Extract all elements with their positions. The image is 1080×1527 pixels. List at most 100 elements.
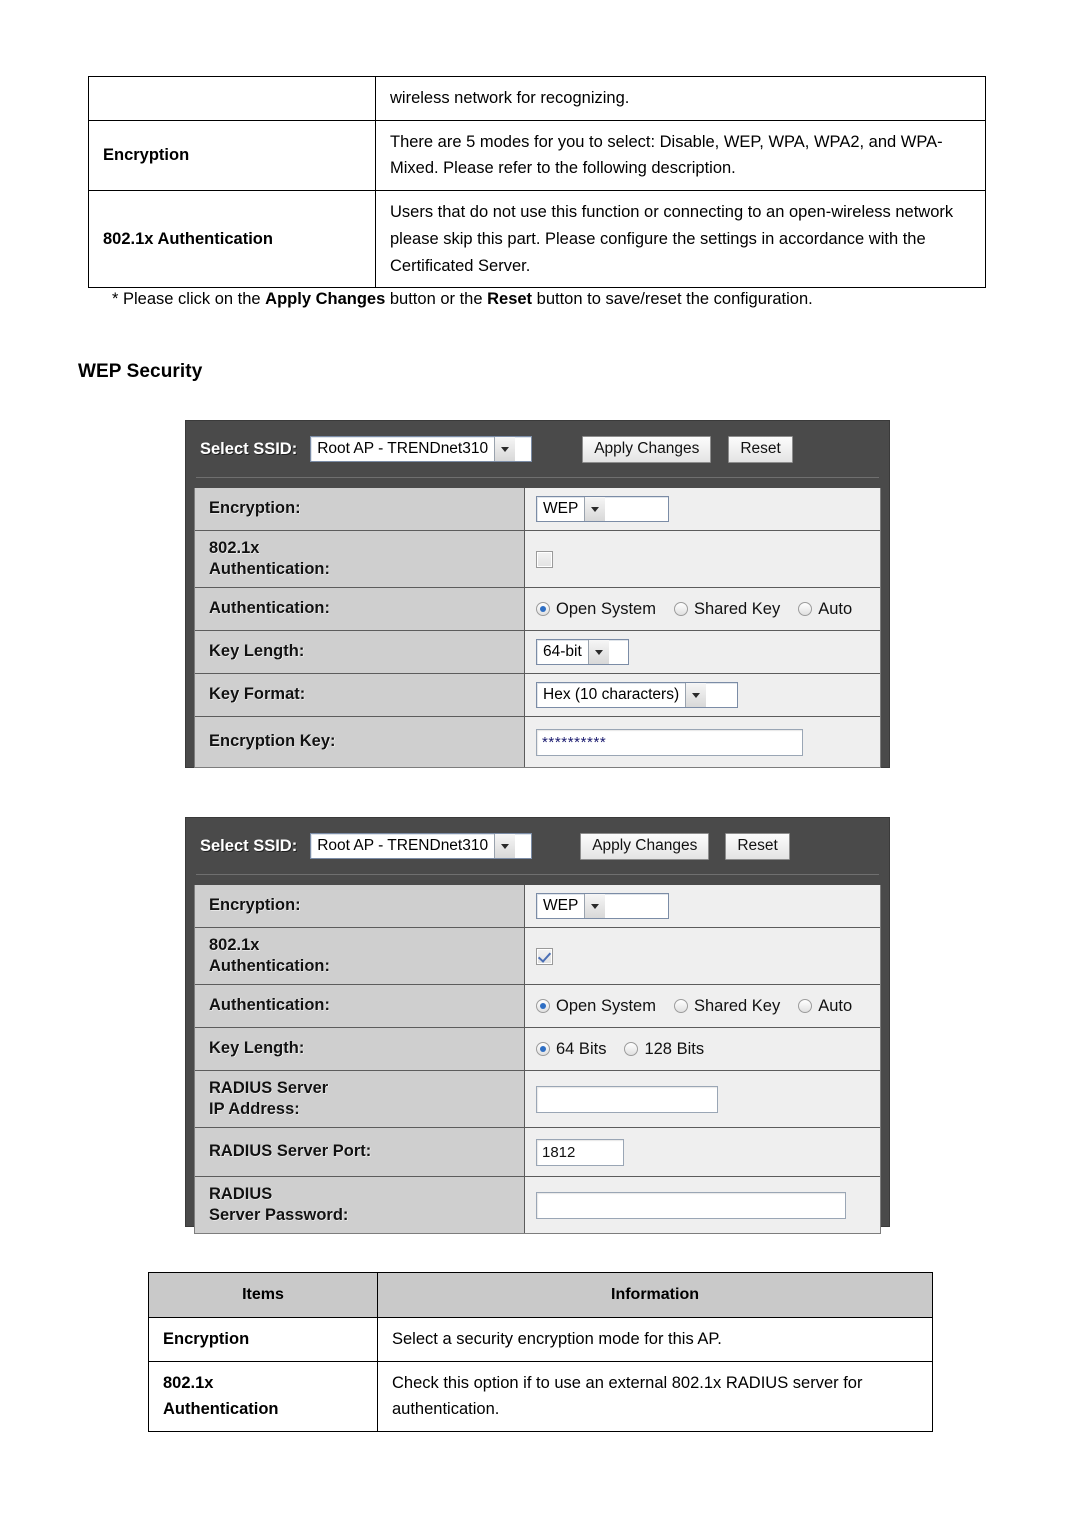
dot1x-authentication-checkbox[interactable] bbox=[536, 550, 553, 568]
radio-64-bits[interactable]: 64 Bits bbox=[536, 1040, 606, 1059]
row-authentication: Authentication: Open System Shared Key A… bbox=[195, 588, 880, 631]
radio-label: Auto bbox=[818, 996, 853, 1015]
table-cell-item bbox=[88, 76, 376, 121]
encryption-label: Encryption: bbox=[209, 499, 301, 518]
radio-open-system[interactable]: Open System bbox=[536, 600, 656, 619]
row-label: Encryption: bbox=[195, 488, 525, 530]
ssid-select-value: Root AP - TRENDnet310 bbox=[317, 837, 489, 854]
radio-auto[interactable]: Auto bbox=[798, 600, 852, 619]
radio-open-system[interactable]: Open System bbox=[536, 997, 656, 1016]
reset-button[interactable]: Reset bbox=[725, 832, 790, 860]
radio-label: Open System bbox=[556, 996, 656, 1015]
table-cell-item: 802.1x Authentication bbox=[148, 1360, 378, 1433]
radio-128-bits[interactable]: 128 Bits bbox=[624, 1040, 704, 1059]
radio-label: Open System bbox=[556, 599, 656, 618]
apply-reset-note: * Please click on the Apply Changes butt… bbox=[112, 286, 992, 312]
radius-server-ip-input[interactable] bbox=[536, 1085, 718, 1113]
radio-indicator bbox=[798, 602, 813, 616]
settings-form: Encryption: WEP 802.1x Authentication: A… bbox=[194, 488, 881, 768]
radio-indicator bbox=[536, 999, 550, 1013]
encryption-key-value: ********** bbox=[542, 733, 607, 751]
key-format-select-value: Hex (10 characters) bbox=[543, 686, 680, 703]
table-cell-description: There are 5 modes for you to select: Dis… bbox=[375, 119, 986, 192]
row-label: Key Length: bbox=[195, 631, 525, 673]
table-cell-item-line1: 802.1x bbox=[163, 1373, 214, 1392]
row-key-format: Key Format: Hex (10 characters) bbox=[195, 674, 880, 717]
settings-form: Encryption: WEP 802.1x Authentication: A… bbox=[194, 885, 881, 1234]
radius-server-port-input[interactable]: 1812 bbox=[536, 1138, 624, 1166]
row-label: RADIUS Server Port: bbox=[195, 1128, 525, 1176]
row-label: Authentication: bbox=[195, 985, 525, 1027]
wep-settings-panel-basic: Select SSID: Root AP - TRENDnet310 Apply… bbox=[185, 420, 890, 768]
table-cell-item: 802.1x Authentication bbox=[88, 190, 376, 289]
reset-button[interactable]: Reset bbox=[728, 435, 793, 463]
key-format-select[interactable]: Hex (10 characters) bbox=[536, 682, 738, 708]
radio-label: Shared Key bbox=[693, 599, 781, 618]
apply-changes-button[interactable]: Apply Changes bbox=[580, 832, 710, 860]
radio-indicator bbox=[624, 1042, 639, 1056]
row-value: 1812 bbox=[525, 1128, 880, 1176]
row-value: ********** bbox=[525, 717, 880, 767]
radio-auto[interactable]: Auto bbox=[798, 997, 852, 1016]
radius-server-password-input[interactable] bbox=[536, 1191, 846, 1219]
dot1x-authentication-checkbox[interactable] bbox=[536, 947, 553, 965]
radio-label: 128 Bits bbox=[644, 1039, 705, 1058]
radio-shared-key[interactable]: Shared Key bbox=[673, 997, 780, 1016]
row-label: Key Format: bbox=[195, 674, 525, 716]
row-label: Key Length: bbox=[195, 1028, 525, 1070]
radius-ip-label-line1: RADIUS Server bbox=[209, 1078, 329, 1097]
row-label: Encryption Key: bbox=[195, 717, 525, 767]
spec-table-continued: wireless network for recognizing. Encryp… bbox=[88, 76, 986, 289]
encryption-key-input[interactable]: ********** bbox=[536, 728, 803, 756]
authentication-label: Authentication: bbox=[209, 996, 330, 1015]
row-value: Open System Shared Key Auto bbox=[525, 985, 880, 1027]
chevron-down-icon bbox=[584, 894, 606, 918]
table-row: wireless network for recognizing. bbox=[88, 76, 986, 121]
row-label: RADIUS Server Password: bbox=[195, 1177, 525, 1233]
radio-indicator bbox=[673, 999, 688, 1013]
table-cell-info: Select a security encryption mode for th… bbox=[377, 1316, 933, 1362]
note-mid: button or the bbox=[385, 290, 488, 308]
panel-toolbar: Select SSID: Root AP - TRENDnet310 Apply… bbox=[186, 421, 889, 477]
key-length-label: Key Length: bbox=[209, 642, 305, 661]
chevron-down-icon bbox=[587, 640, 609, 664]
row-key-length: Key Length: 64 Bits 128 Bits bbox=[195, 1028, 880, 1071]
radius-server-port-value: 1812 bbox=[542, 1143, 576, 1161]
encryption-select-value: WEP bbox=[543, 500, 579, 517]
ssid-select[interactable]: Root AP - TRENDnet310 bbox=[310, 436, 533, 462]
encryption-select[interactable]: WEP bbox=[536, 496, 669, 522]
panel-toolbar: Select SSID: Root AP - TRENDnet310 Apply… bbox=[186, 818, 889, 874]
row-value: 64 Bits 128 Bits bbox=[525, 1028, 880, 1070]
authentication-radio-group: Open System Shared Key Auto bbox=[536, 600, 852, 619]
key-format-label: Key Format: bbox=[209, 685, 306, 704]
table-header-row: Items Information bbox=[148, 1272, 933, 1318]
row-value bbox=[525, 531, 880, 587]
note-bold-apply-changes: Apply Changes bbox=[265, 290, 386, 308]
apply-changes-button[interactable]: Apply Changes bbox=[582, 435, 712, 463]
table-cell-description: Users that do not use this function or c… bbox=[375, 190, 986, 289]
row-dot1x-authentication: 802.1x Authentication: bbox=[195, 928, 880, 985]
key-length-label: Key Length: bbox=[209, 1039, 305, 1058]
radio-indicator bbox=[536, 602, 550, 616]
row-radius-server-port: RADIUS Server Port: 1812 bbox=[195, 1128, 880, 1177]
row-label: 802.1x Authentication: bbox=[195, 531, 525, 587]
key-length-select[interactable]: 64-bit bbox=[536, 639, 629, 665]
dot1x-label-line2: Authentication: bbox=[209, 957, 330, 975]
radio-shared-key[interactable]: Shared Key bbox=[673, 599, 781, 619]
dot1x-label-line1: 802.1x bbox=[209, 935, 260, 954]
row-value bbox=[525, 928, 880, 984]
key-length-radio-group: 64 Bits 128 Bits bbox=[536, 1040, 704, 1059]
table-row: Encryption Select a security encryption … bbox=[148, 1316, 933, 1362]
row-value bbox=[525, 1071, 880, 1127]
radio-label: 64 Bits bbox=[556, 1039, 607, 1058]
chevron-down-icon bbox=[584, 497, 606, 521]
toolbar-divider bbox=[196, 874, 879, 885]
wep-items-information-table: Items Information Encryption Select a se… bbox=[148, 1272, 933, 1433]
dot1x-label-line1: 802.1x bbox=[209, 538, 260, 557]
wep-settings-panel-radius: Select SSID: Root AP - TRENDnet310 Apply… bbox=[185, 817, 890, 1234]
row-authentication: Authentication: Open System Shared Key A… bbox=[195, 985, 880, 1028]
row-value: WEP bbox=[525, 885, 880, 927]
ssid-select[interactable]: Root AP - TRENDnet310 bbox=[310, 833, 533, 859]
row-label: Encryption: bbox=[195, 885, 525, 927]
encryption-select[interactable]: WEP bbox=[536, 893, 669, 919]
